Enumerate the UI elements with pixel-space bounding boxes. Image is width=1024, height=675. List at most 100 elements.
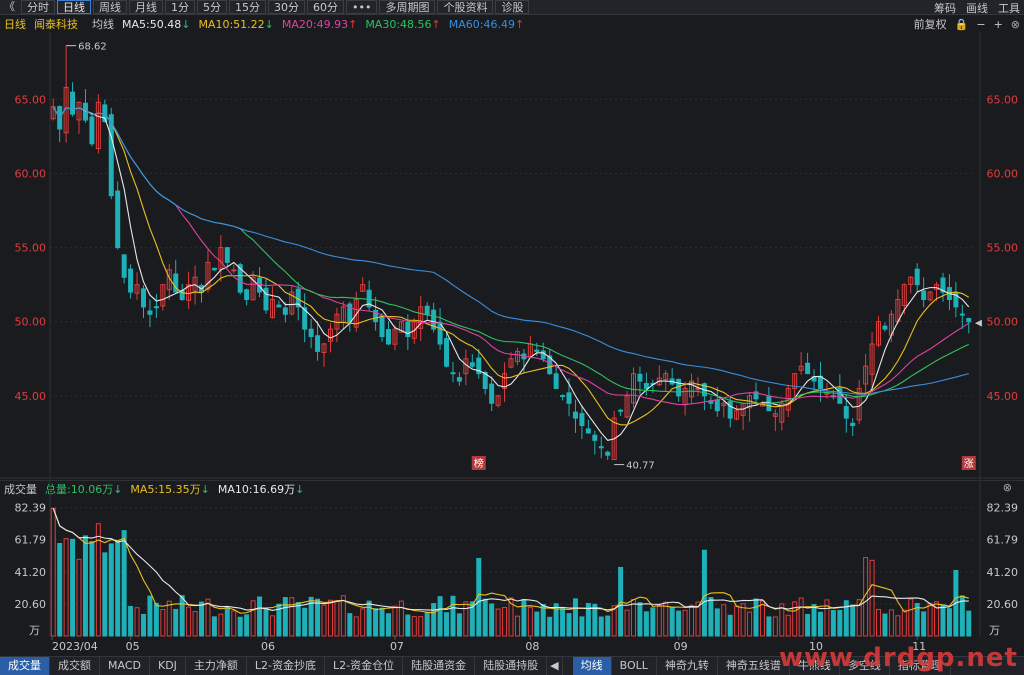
volume-bar xyxy=(708,597,714,637)
price-tick-label-right: 60.00 xyxy=(987,167,1019,180)
volume-bar xyxy=(901,609,907,637)
candle-body xyxy=(115,190,121,249)
volume-bar xyxy=(624,609,630,637)
watermark-text: www.drdgp.net xyxy=(779,643,1018,673)
event-marker-text: 涨 xyxy=(964,458,974,470)
x-axis-label: 2023/04 xyxy=(52,640,98,653)
volume-bar xyxy=(837,609,843,637)
volume-bar xyxy=(940,604,946,637)
candle-body xyxy=(959,313,965,316)
volume-bar xyxy=(205,598,211,637)
candle-body xyxy=(592,434,598,441)
volume-bar xyxy=(121,530,127,637)
volume-bar xyxy=(766,616,772,637)
candle-body xyxy=(618,409,624,412)
overlay-tab-2[interactable]: 神奇九转 xyxy=(657,657,718,675)
candle-body xyxy=(579,413,585,427)
candle-body xyxy=(147,310,153,315)
volume-bar xyxy=(817,611,823,637)
volume-bar xyxy=(882,613,888,637)
volume-bar xyxy=(811,604,817,637)
candle-body xyxy=(572,411,578,419)
indicator-tab-0[interactable]: 成交量 xyxy=(0,657,50,675)
volume-bar xyxy=(921,611,927,637)
indicator-tab-3[interactable]: KDJ xyxy=(150,657,186,675)
volume-tick-label-right: 41.20 xyxy=(987,566,1019,579)
volume-bar xyxy=(734,605,740,637)
volume-bar xyxy=(592,603,598,637)
volume-bar xyxy=(179,595,185,637)
indicator-tab-6[interactable]: L2-资金仓位 xyxy=(325,657,404,675)
candle-body xyxy=(850,422,856,427)
volume-bar xyxy=(302,607,308,637)
x-axis-label: 08 xyxy=(525,640,539,653)
volume-bar xyxy=(785,614,791,637)
volume-bar xyxy=(740,603,746,637)
volume-bar xyxy=(895,615,901,637)
indicator-tab-4[interactable]: 主力净额 xyxy=(186,657,247,675)
candle-body xyxy=(244,289,250,300)
volume-bar xyxy=(244,614,250,637)
candle-body xyxy=(727,401,733,419)
volume-bar xyxy=(605,615,611,637)
volume-bar xyxy=(482,598,488,637)
volume-bar xyxy=(689,604,695,637)
volume-tick-label-right: 61.79 xyxy=(987,534,1019,547)
volume-bar xyxy=(199,601,205,637)
volume-bar xyxy=(598,616,604,637)
price-tick-label-left: 55.00 xyxy=(15,242,47,255)
volume-bar xyxy=(540,604,546,637)
volume-unit-right: 万 xyxy=(989,624,1000,637)
high-label: 68.62 xyxy=(78,42,107,53)
indicator-tab-1[interactable]: 成交额 xyxy=(50,657,100,675)
low-label: 40.77 xyxy=(626,461,655,472)
x-axis-label: 06 xyxy=(261,640,275,653)
volume-bar xyxy=(450,595,456,637)
candle-body xyxy=(308,328,314,338)
volume-tick-label-right: 20.60 xyxy=(987,598,1019,611)
indicator-tab-8[interactable]: 陆股通持股 xyxy=(475,657,548,675)
candle-body xyxy=(70,91,76,115)
volume-bar xyxy=(250,600,256,637)
volume-bar xyxy=(147,595,153,637)
indicator-tab-2[interactable]: MACD xyxy=(100,657,150,675)
candle-body xyxy=(676,378,682,397)
indicator-tab-5[interactable]: L2-资金抄底 xyxy=(247,657,326,675)
overlay-tab-1[interactable]: BOLL xyxy=(612,657,657,675)
volume-bar xyxy=(637,602,643,637)
volume-bar xyxy=(572,598,578,637)
volume-bar xyxy=(431,603,437,637)
volume-bar xyxy=(888,609,894,637)
volume-bar xyxy=(108,543,114,637)
tabs-scroll-left-icon[interactable]: ◀ xyxy=(547,657,563,675)
kline-chart[interactable]: 65.00 65.00 60.00 60.00 55.00 55.00 50.00 50.00… xyxy=(0,0,1024,675)
volume-bar xyxy=(269,615,275,637)
candle-body xyxy=(882,325,888,330)
candle-body xyxy=(224,247,230,263)
indicator-tab-7[interactable]: 陆股通资金 xyxy=(403,657,476,675)
volume-tick-label-left: 82.39 xyxy=(15,502,47,515)
candle-body xyxy=(108,114,114,197)
volume-bar xyxy=(347,613,353,637)
volume-unit-left: 万 xyxy=(29,624,40,637)
volume-bar xyxy=(327,599,333,637)
candle-body xyxy=(379,315,385,338)
price-tick-label-left: 45.00 xyxy=(15,390,47,403)
candle-body xyxy=(637,373,643,382)
price-tick-label-left: 60.00 xyxy=(15,167,47,180)
volume-bar xyxy=(263,608,269,637)
volume-bar xyxy=(566,613,572,637)
volume-bar xyxy=(753,598,759,637)
volume-bar xyxy=(850,604,856,637)
ma-line-ma5 xyxy=(52,106,970,441)
volume-bar xyxy=(102,552,108,637)
volume-bar xyxy=(57,542,63,637)
candle-body xyxy=(643,383,649,389)
price-tick-label-left: 65.00 xyxy=(15,93,47,106)
volume-bar xyxy=(385,613,391,637)
volume-bar xyxy=(173,608,179,637)
volume-bar xyxy=(89,541,95,637)
volume-bar xyxy=(656,605,662,637)
overlay-tab-0[interactable]: 均线 xyxy=(572,657,612,675)
volume-bar xyxy=(315,598,321,637)
